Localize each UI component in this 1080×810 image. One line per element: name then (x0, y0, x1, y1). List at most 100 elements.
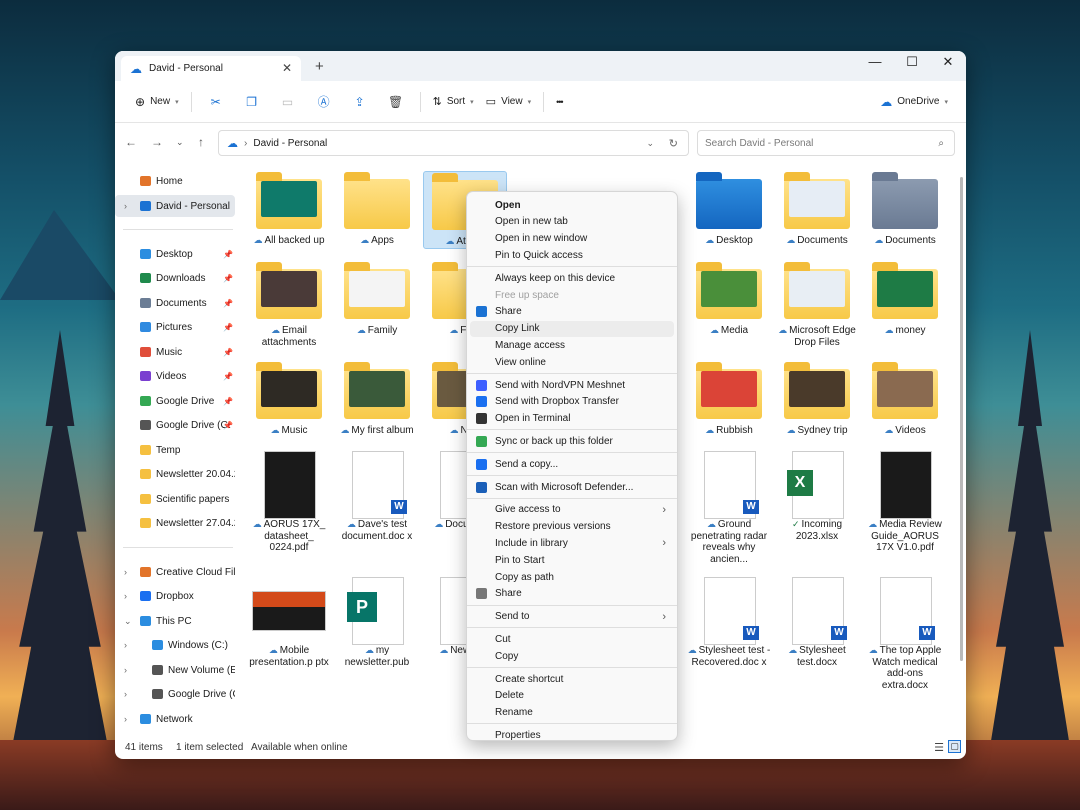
expand-chevron-icon[interactable]: › (124, 591, 127, 601)
sidebar-item-desktop[interactable]: Desktop 📌 (115, 243, 235, 265)
maximize-button[interactable]: ☐ (894, 54, 930, 70)
rename-button[interactable]: Ⓐ (306, 88, 342, 116)
view-button[interactable]: ▭ View ▾ (480, 88, 537, 116)
menu-item-give-access-to[interactable]: Give access to › (470, 502, 674, 518)
back-icon[interactable]: ← (125, 135, 137, 149)
file-item[interactable]: W ☁ Stylesheet test.docx (775, 577, 859, 668)
menu-item-always-keep-on-this-device[interactable]: Always keep on this device (470, 270, 674, 286)
file-item[interactable]: ☁ Videos (863, 361, 947, 437)
sidebar-item-temp[interactable]: Temp (115, 439, 235, 461)
file-item[interactable]: ☁ money (863, 261, 947, 337)
menu-item-include-in-library[interactable]: Include in library › (470, 535, 674, 551)
sidebar-item-creative-cloud-files[interactable]: › Creative Cloud Files (115, 561, 235, 583)
menu-item-send-a-copy[interactable]: Send a copy... (470, 456, 674, 472)
details-view-icon[interactable]: ☰ (934, 741, 944, 754)
file-item[interactable]: ☁ Documents (775, 171, 859, 247)
scrollbar[interactable] (960, 177, 963, 661)
sidebar-item-google-drive-g[interactable]: › Google Drive (G:) (115, 683, 235, 705)
close-button[interactable]: ✕ (930, 54, 966, 70)
file-item[interactable]: ☁ Media (687, 261, 771, 337)
onedrive-button[interactable]: ☁ OneDrive ▾ (874, 88, 954, 116)
menu-item-properties[interactable]: Properties (470, 727, 674, 743)
tab-close-icon[interactable]: ✕ (282, 61, 292, 75)
refresh-icon[interactable]: ↻ (669, 137, 678, 150)
file-item[interactable]: ☁ AORUS 17X_ datasheet_ 0224.pdf (247, 451, 331, 554)
expand-chevron-icon[interactable]: › (124, 201, 127, 211)
chevron-down-icon[interactable]: ⌄ (646, 138, 654, 149)
file-item[interactable]: ☁ Apps (335, 171, 419, 247)
menu-item-cut[interactable]: Cut (470, 631, 674, 647)
search-input[interactable]: Search David - Personal ⌕ (697, 130, 955, 156)
menu-item-copy[interactable]: Copy (470, 648, 674, 664)
file-item[interactable]: W ☁ Stylesheet test - Recovered.doc x (687, 577, 771, 668)
file-item[interactable]: W ☁ Dave's test document.doc x (335, 451, 419, 542)
sidebar-item-newsletter-27-04-20[interactable]: Newsletter 27.04.20 (115, 512, 235, 534)
copy-button[interactable]: ❐ (234, 88, 270, 116)
file-item[interactable]: P ☁ my newsletter.pub (335, 577, 419, 668)
sidebar-item-newsletter-20-04-20[interactable]: Newsletter 20.04.20 (115, 463, 235, 485)
menu-item-open[interactable]: Open (470, 197, 674, 213)
expand-chevron-icon[interactable]: › (124, 640, 127, 650)
file-item[interactable]: ☁ Mobile presentation.p ptx (247, 581, 331, 668)
sidebar-item-scientific-papers[interactable]: Scientific papers (115, 488, 235, 510)
menu-item-rename[interactable]: Rename (470, 705, 674, 721)
sidebar-item-windows-c[interactable]: › Windows (C:) (115, 634, 235, 656)
minimize-button[interactable]: — (857, 54, 893, 69)
file-item[interactable]: ☁ Email attachments (247, 261, 331, 348)
menu-item-share[interactable]: Share (470, 304, 674, 320)
menu-item-free-up-space[interactable]: Free up space (470, 287, 674, 303)
sidebar-item-new-volume-e[interactable]: › New Volume (E:) (115, 659, 235, 681)
menu-item-open-in-new-window[interactable]: Open in new window (470, 231, 674, 247)
menu-item-send-to[interactable]: Send to › (470, 609, 674, 625)
menu-item-scan-with-microsoft-defender[interactable]: Scan with Microsoft Defender... (470, 479, 674, 495)
file-item[interactable]: ☁ My first album (335, 361, 419, 437)
menu-item-sync-or-back-up-this-folder[interactable]: Sync or back up this folder (470, 433, 674, 449)
sidebar-item-music[interactable]: Music 📌 (115, 341, 235, 363)
expand-chevron-icon[interactable]: ⌄ (124, 616, 132, 627)
menu-item-send-with-dropbox-transfer[interactable]: Send with Dropbox Transfer (470, 394, 674, 410)
delete-button[interactable]: 🗑 (378, 88, 414, 116)
file-item[interactable]: X ✓ Incoming 2023.xlsx (775, 451, 859, 542)
sidebar-item-google-drive[interactable]: Google Drive 📌 (115, 390, 235, 412)
sidebar-item-google-drive-g[interactable]: Google Drive (G: 📌 (115, 414, 235, 436)
expand-chevron-icon[interactable]: › (124, 567, 127, 577)
menu-item-create-shortcut[interactable]: Create shortcut (470, 671, 674, 687)
file-item[interactable]: ☁ Media Review Guide_AORUS 17X V1.0.pdf (863, 451, 947, 554)
file-item[interactable]: ☁ Rubbish (687, 361, 771, 437)
sort-button[interactable]: ⇅ Sort ▾ (427, 88, 480, 116)
file-item[interactable]: ☁ All backed up (247, 171, 331, 247)
file-item[interactable]: ☁ Documents (863, 171, 947, 247)
sidebar-item-network[interactable]: › Network (115, 708, 235, 730)
more-options-button[interactable]: ••• (550, 88, 568, 116)
sidebar-item-documents[interactable]: Documents 📌 (115, 292, 235, 314)
paste-button[interactable]: ▭ (270, 88, 306, 116)
file-item[interactable]: ☁ Microsoft Edge Drop Files (775, 261, 859, 348)
expand-chevron-icon[interactable]: › (124, 665, 127, 675)
cut-button[interactable]: ✂ (198, 88, 234, 116)
up-icon[interactable]: ↑ (198, 135, 204, 149)
menu-item-send-with-nordvpn-meshnet[interactable]: Send with NordVPN Meshnet (470, 377, 674, 393)
file-item[interactable]: ☁ Sydney trip (775, 361, 859, 437)
sidebar-item-pictures[interactable]: Pictures 📌 (115, 316, 235, 338)
menu-item-share[interactable]: Share (470, 586, 674, 602)
menu-item-manage-access[interactable]: Manage access (470, 337, 674, 353)
file-item[interactable]: ☁ Desktop (687, 171, 771, 247)
menu-item-open-in-new-tab[interactable]: Open in new tab (470, 214, 674, 230)
large-icons-view-icon[interactable]: ▢ (948, 740, 961, 753)
menu-item-copy-link[interactable]: Copy Link (470, 320, 674, 337)
sidebar-item-videos[interactable]: Videos 📌 (115, 365, 235, 387)
expand-chevron-icon[interactable]: › (124, 689, 127, 699)
share-button[interactable]: ⇪ (342, 88, 378, 116)
new-tab-button[interactable]: + (315, 58, 324, 75)
sidebar-item-dropbox[interactable]: › Dropbox (115, 585, 235, 607)
menu-item-copy-as-path[interactable]: Copy as path (470, 569, 674, 585)
breadcrumb[interactable]: David - Personal (253, 138, 327, 149)
file-item[interactable]: W ☁ Ground penetrating radar reveals why a… (687, 451, 771, 565)
menu-item-pin-to-quick-access[interactable]: Pin to Quick access (470, 247, 674, 263)
sidebar-item-home[interactable]: Home (115, 170, 235, 192)
sidebar-item-this-pc[interactable]: ⌄ This PC (115, 610, 235, 632)
tab-david-personal[interactable]: ☁ David - Personal ✕ (121, 56, 301, 81)
file-item[interactable]: ☁ Music (247, 361, 331, 437)
menu-item-delete[interactable]: Delete (470, 688, 674, 704)
menu-item-open-in-terminal[interactable]: Open in Terminal (470, 411, 674, 427)
